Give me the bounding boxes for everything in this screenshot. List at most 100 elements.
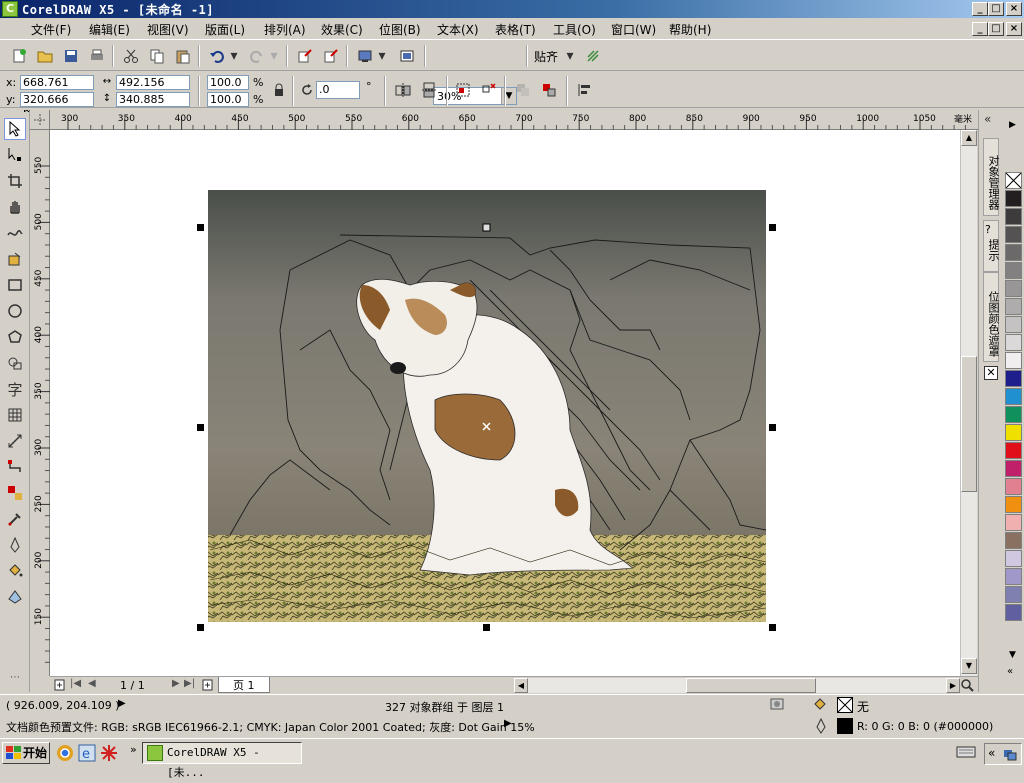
menu-text[interactable]: 文本(X) [437, 21, 479, 38]
tray-expand-icon[interactable]: « [988, 746, 995, 760]
docker-tab-hints[interactable]: ? 提示 [983, 220, 1000, 272]
handle-top-center[interactable] [482, 223, 491, 232]
palette-flyout-icon[interactable]: « [1007, 666, 1013, 677]
add-page-before-icon[interactable] [54, 679, 68, 692]
taskbar-coreldraw-button[interactable]: CorelDRAW X5 - [未... [142, 742, 302, 779]
docker-tab-object-manager[interactable]: 对象管理器 [983, 138, 1000, 216]
import-icon[interactable] [294, 45, 316, 67]
combine-icon[interactable] [512, 79, 534, 101]
handle-middle-right[interactable] [769, 424, 776, 431]
first-page-icon[interactable]: |◀ [70, 678, 81, 689]
undo-icon[interactable] [206, 45, 228, 67]
keyboard-tray-icon[interactable] [956, 745, 976, 761]
new-document-icon[interactable] [8, 45, 30, 67]
color-swatch[interactable] [1005, 424, 1022, 441]
freehand-tool-icon[interactable] [4, 222, 26, 244]
menu-table[interactable]: 表格(T) [495, 21, 536, 38]
next-page-icon[interactable]: ▶ [172, 678, 180, 689]
menu-layout[interactable]: 版面(L) [205, 21, 245, 38]
taskbar-overflow-icon[interactable]: » [130, 743, 137, 756]
object-width-field[interactable]: 492.156 mm [116, 75, 190, 102]
ie-quicklaunch-icon[interactable]: e [78, 744, 96, 762]
rectangle-tool-icon[interactable] [4, 274, 26, 296]
menu-file[interactable]: 文件(F) [31, 21, 71, 38]
color-swatch[interactable] [1005, 460, 1022, 477]
menu-effects[interactable]: 效果(C) [321, 21, 363, 38]
horizontal-scroll-thumb[interactable] [686, 678, 816, 693]
redo-dropdown-icon[interactable]: ▾ [268, 45, 280, 67]
toolbox-flyout-icon[interactable]: ⋯ [3, 672, 27, 686]
menu-help[interactable]: 帮助(H) [669, 21, 711, 38]
minimize-button[interactable]: _ [972, 2, 988, 16]
color-swatch[interactable] [1005, 280, 1022, 297]
save-icon[interactable] [60, 45, 82, 67]
color-swatch[interactable] [1005, 568, 1022, 585]
color-swatch[interactable] [1005, 604, 1022, 621]
menu-window[interactable]: 窗口(W) [611, 21, 656, 38]
print-icon[interactable] [86, 45, 108, 67]
scroll-left-icon[interactable]: ◀ [514, 678, 528, 693]
export-icon[interactable] [320, 45, 342, 67]
ungroup-icon[interactable] [478, 79, 500, 101]
drawing-canvas[interactable] [50, 130, 960, 676]
coords-arrow-icon[interactable]: ▶ [118, 698, 126, 709]
color-swatch[interactable] [1005, 244, 1022, 261]
handle-top-right[interactable] [769, 224, 776, 231]
docker-close-icon[interactable]: ✕ [984, 366, 998, 380]
menu-edit[interactable]: 编辑(E) [89, 21, 130, 38]
text-tool-icon[interactable]: 字 [4, 378, 26, 400]
ruler-origin-corner[interactable] [30, 110, 50, 130]
interactive-blend-icon[interactable] [4, 482, 26, 504]
menu-tools[interactable]: 工具(O) [553, 21, 596, 38]
color-swatch[interactable] [1005, 532, 1022, 549]
docker-tab-bitmap-color-mask[interactable]: 位图颜色遮罩 [983, 272, 1000, 362]
cut-icon[interactable] [120, 45, 142, 67]
outline-pen-icon[interactable] [4, 534, 26, 556]
outline-color-swatch[interactable] [837, 718, 853, 734]
vertical-scrollbar[interactable]: ▲ ▼ [960, 130, 977, 676]
navigator-zoom-icon[interactable] [960, 678, 976, 693]
y-position-field[interactable]: 320.666 mm [20, 92, 94, 119]
object-height-field[interactable]: 340.885 mm [116, 92, 190, 119]
break-apart-icon[interactable] [538, 79, 560, 101]
polygon-tool-icon[interactable] [4, 326, 26, 348]
outline-pen-status-icon[interactable] [815, 717, 829, 734]
palette-scroll-up-icon[interactable]: ▶ [1009, 120, 1016, 130]
fill-none-swatch[interactable] [837, 697, 853, 713]
doc-restore-button[interactable]: □ [988, 22, 1004, 36]
vertical-ruler[interactable]: 550 500 450 400 350 300 250 200 150 [30, 130, 50, 676]
color-swatch[interactable] [1005, 334, 1022, 351]
color-swatch[interactable] [1005, 496, 1022, 513]
table-tool-icon[interactable] [4, 404, 26, 426]
color-swatch[interactable] [1005, 370, 1022, 387]
chrome-quicklaunch-icon[interactable] [56, 744, 74, 762]
network-tray-icon[interactable] [1003, 747, 1017, 761]
color-swatch[interactable] [1005, 352, 1022, 369]
dimension-tool-icon[interactable] [4, 430, 26, 452]
no-color-swatch[interactable] [1005, 172, 1022, 189]
open-folder-icon[interactable] [34, 45, 56, 67]
scale-y-field[interactable]: 100.0 [207, 92, 249, 107]
doc-close-button[interactable]: × [1006, 22, 1022, 36]
menu-arrange[interactable]: 排列(A) [264, 21, 306, 38]
scroll-down-icon[interactable]: ▼ [961, 658, 977, 674]
pan-hand-icon[interactable] [4, 196, 26, 218]
eyedropper-icon[interactable] [4, 508, 26, 530]
x-position-field[interactable]: 668.761 mm [20, 75, 94, 102]
shape-tool-icon[interactable] [4, 144, 26, 166]
color-swatch[interactable] [1005, 388, 1022, 405]
smart-fill-icon[interactable] [4, 248, 26, 270]
handle-bottom-left[interactable] [197, 624, 204, 631]
profile-arrow-icon[interactable]: ▶ [504, 718, 512, 729]
app-quicklaunch-icon[interactable] [100, 744, 118, 762]
menu-view[interactable]: 视图(V) [147, 21, 189, 38]
color-swatch[interactable] [1005, 316, 1022, 333]
snap-dropdown-icon[interactable]: ▾ [564, 45, 576, 67]
group-icon[interactable] [452, 79, 474, 101]
snap-to-button[interactable]: 贴齐 [534, 48, 558, 65]
redo-icon[interactable] [246, 45, 268, 67]
last-page-icon[interactable]: ▶| [184, 678, 195, 689]
crop-tool-icon[interactable] [4, 170, 26, 192]
welcome-screen-icon[interactable] [396, 45, 418, 67]
ellipse-tool-icon[interactable] [4, 300, 26, 322]
